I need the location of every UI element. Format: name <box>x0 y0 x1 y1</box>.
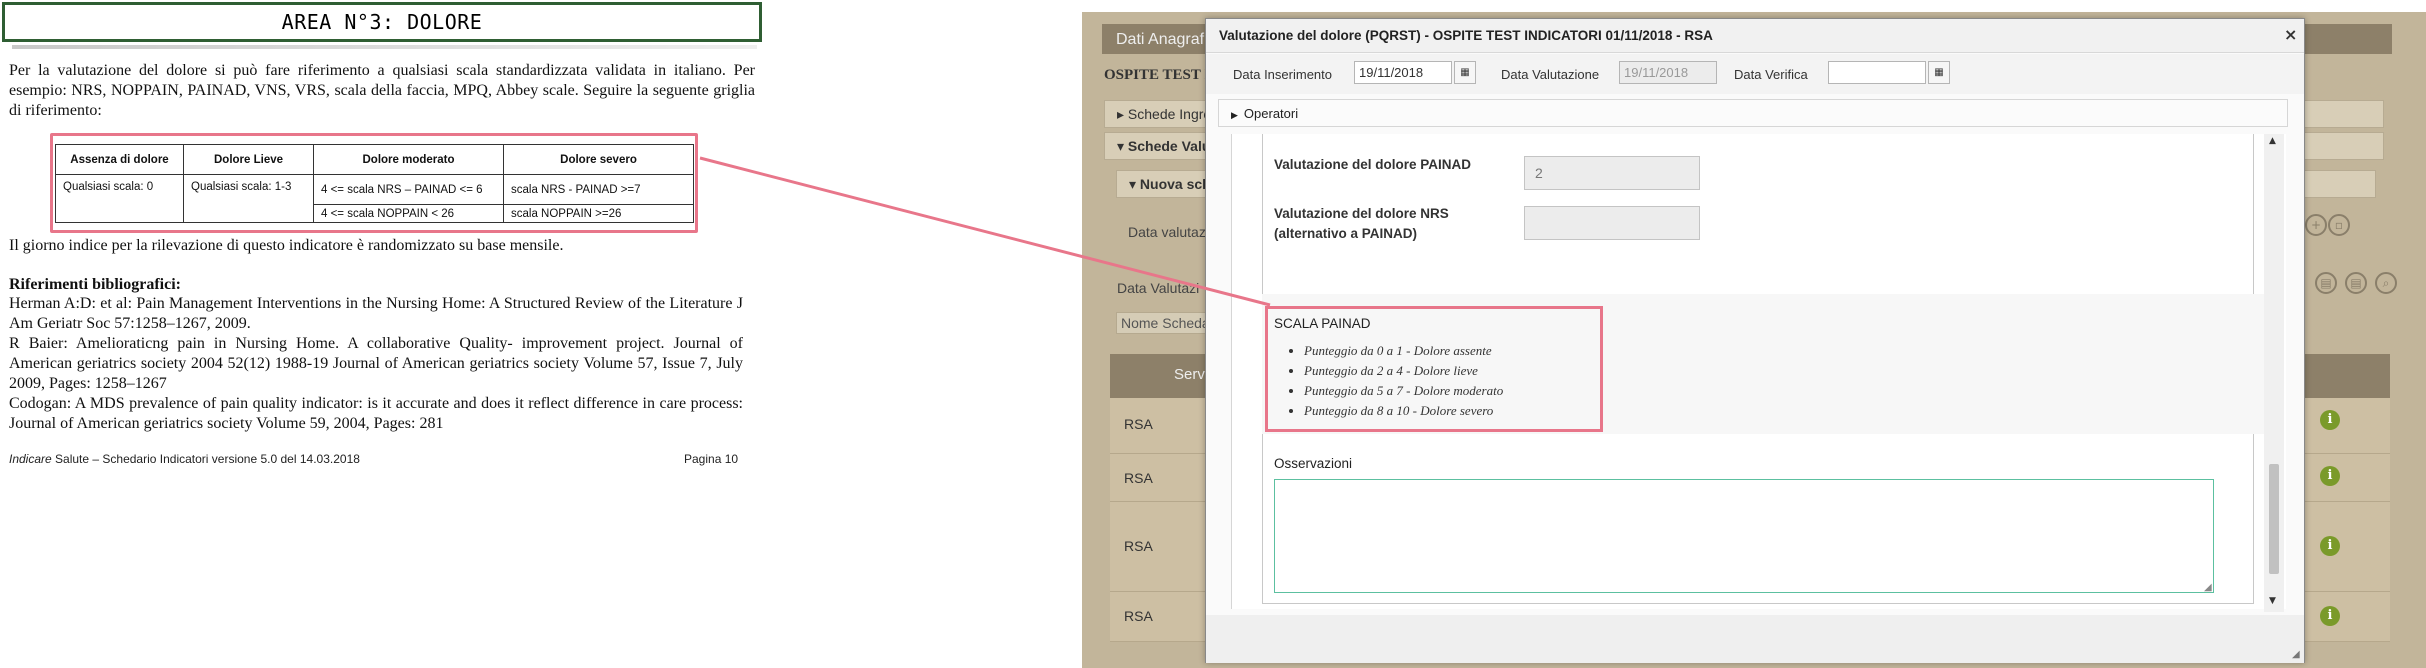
reference-item: R Baier: Amelioraticng pain in Nursing H… <box>9 335 743 392</box>
info-icon[interactable]: i <box>2320 466 2340 486</box>
pain-grid-table: Assenza di dolore Dolore Lieve Dolore mo… <box>55 144 694 223</box>
list-item: Punteggio da 8 a 10 - Dolore severo <box>1304 401 1503 421</box>
document-title-box: AREA N°3: DOLORE <box>2 2 762 42</box>
date-bar: Data Inserimento ▦ Data Valutazione Data… <box>1206 54 2304 94</box>
bg-search-icon[interactable]: ⌕ <box>2375 272 2397 294</box>
bg-nome-scheda-input[interactable]: Nome Scheda <box>1116 312 1216 334</box>
table-cell: scala NOPPAIN >=26 <box>503 204 694 223</box>
footer-text: Salute – Schedario Indicatori versione 5… <box>51 452 360 466</box>
bg-row-service: RSA <box>1124 470 1153 486</box>
bg-add-icon[interactable]: + <box>2305 214 2327 236</box>
painad-label: Valutazione del dolore PAINAD <box>1274 157 1472 172</box>
calendar-icon[interactable]: ▦ <box>1928 61 1950 84</box>
resize-grip-icon[interactable]: ◢ <box>2204 582 2212 593</box>
table-cell: scala NRS - PAINAD >=7 <box>503 174 694 205</box>
data-valutazione-label: Data Valutazione <box>1501 67 1600 82</box>
nrs-label: Valutazione del dolore NRS (alternativo … <box>1274 204 1449 244</box>
data-valutazione-input <box>1619 61 1717 84</box>
modal-resize-icon[interactable]: ◢ <box>2292 649 2300 660</box>
references-heading: Riferimenti bibliografici: <box>9 276 181 293</box>
bg-row-service: RSA <box>1124 416 1153 432</box>
modal-title: Valutazione del dolore (PQRST) - OSPITE … <box>1219 28 1713 43</box>
title-shadow <box>12 45 757 49</box>
scrollbar[interactable]: ▲ ▼ <box>2264 134 2284 612</box>
table-header-row: Assenza di dolore Dolore Lieve Dolore mo… <box>55 144 694 175</box>
footer-brand: Indicare <box>9 452 52 466</box>
caret-right-icon: ▶ <box>1231 110 1238 120</box>
bg-row-service: RSA <box>1124 538 1153 554</box>
reference-item: Herman A:D: et al: Pain Management Inter… <box>9 295 743 332</box>
data-inserimento-input[interactable] <box>1354 61 1452 84</box>
table-header-cell: Assenza di dolore <box>55 144 184 175</box>
modal-titlebar: Valutazione del dolore (PQRST) - OSPITE … <box>1206 19 2304 53</box>
list-item: Punteggio da 5 a 7 - Dolore moderato <box>1304 381 1503 401</box>
osservazioni-label: Osservazioni <box>1274 456 1353 471</box>
bg-data-valutazione-label-2: Data Valutazi <box>1117 280 1200 296</box>
scroll-down-icon[interactable]: ▼ <box>2269 596 2276 606</box>
table-header-cell: Dolore Lieve <box>183 144 314 175</box>
calendar-icon[interactable]: ▦ <box>1454 61 1476 84</box>
operatori-label: Operatori <box>1243 106 1299 121</box>
info-icon[interactable]: i <box>2320 606 2340 626</box>
bg-accordion-label: Schede Ingre <box>1127 106 1212 122</box>
table-cell: 4 <= scala NRS – PAINAD <= 6 <box>313 174 504 205</box>
scala-painad-list: Punteggio da 0 a 1 - Dolore assente Punt… <box>1304 341 1503 421</box>
note-paragraph: Il giorno indice per la rilevazione di q… <box>9 237 564 254</box>
bg-copy-icon[interactable]: ▫ <box>2328 214 2350 236</box>
reference-item: Codogan: A MDS prevalence of pain qualit… <box>9 395 743 432</box>
scroll-thumb[interactable] <box>2269 464 2279 574</box>
document-page: AREA N°3: DOLORE Per la valutazione del … <box>0 0 762 668</box>
list-item: Punteggio da 0 a 1 - Dolore assente <box>1304 341 1503 361</box>
osservazioni-textarea[interactable] <box>1274 479 2214 593</box>
evaluation-modal: Valutazione del dolore (PQRST) - OSPITE … <box>1205 18 2305 663</box>
modal-footer <box>1206 615 2304 663</box>
data-inserimento-label: Data Inserimento <box>1233 67 1332 82</box>
nrs-label-line: (alternativo a PAINAD) <box>1274 226 1418 241</box>
table-cell: 4 <= scala NOPPAIN < 26 <box>313 204 504 223</box>
table-header-cell: Dolore severo <box>503 144 694 175</box>
bg-print-all-icon[interactable]: ▤ <box>2345 272 2367 294</box>
bg-print-icon[interactable]: ▤ <box>2315 272 2337 294</box>
list-item: Punteggio da 2 a 4 - Dolore lieve <box>1304 361 1503 381</box>
bg-accordion-label: Schede Valu <box>1127 138 1211 154</box>
form-scroll-area: Valutazione del dolore PAINAD Valutazion… <box>1231 134 2286 609</box>
references-list: Herman A:D: et al: Pain Management Inter… <box>9 294 743 434</box>
data-verifica-label: Data Verifica <box>1734 67 1808 82</box>
close-icon[interactable]: × <box>2284 25 2297 44</box>
bg-row-service: RSA <box>1124 608 1153 624</box>
table-cell: Qualsiasi scala: 1-3 <box>183 174 314 223</box>
info-icon[interactable]: i <box>2320 536 2340 556</box>
page-number: Pagina 10 <box>684 452 739 466</box>
operatori-accordion[interactable]: ▶ Operatori <box>1218 99 2288 127</box>
table-cell: Qualsiasi scala: 0 <box>55 174 184 223</box>
scala-painad-title: SCALA PAINAD <box>1274 316 1371 331</box>
info-icon[interactable]: i <box>2320 410 2340 430</box>
bg-accordion-label: Nuova sch <box>1139 176 1211 192</box>
scroll-up-icon[interactable]: ▲ <box>2269 136 2276 146</box>
nrs-input[interactable] <box>1524 206 1700 240</box>
table-row: Qualsiasi scala: 0 Qualsiasi scala: 1-3 … <box>55 174 694 223</box>
document-footer: Indicare Salute – Schedario Indicatori v… <box>9 452 360 466</box>
painad-input[interactable] <box>1524 156 1700 190</box>
bg-ospite-label: OSPITE TEST I <box>1104 67 1211 83</box>
intro-paragraph: Per la valutazione del dolore si può far… <box>9 62 755 119</box>
nrs-label-line: Valutazione del dolore NRS <box>1274 206 1449 221</box>
bg-data-valutazione-label: Data valutaz <box>1128 224 1206 240</box>
data-verifica-input[interactable] <box>1828 61 1926 84</box>
table-header-cell: Dolore moderato <box>313 144 504 175</box>
document-title: AREA N°3: DOLORE <box>281 10 483 34</box>
